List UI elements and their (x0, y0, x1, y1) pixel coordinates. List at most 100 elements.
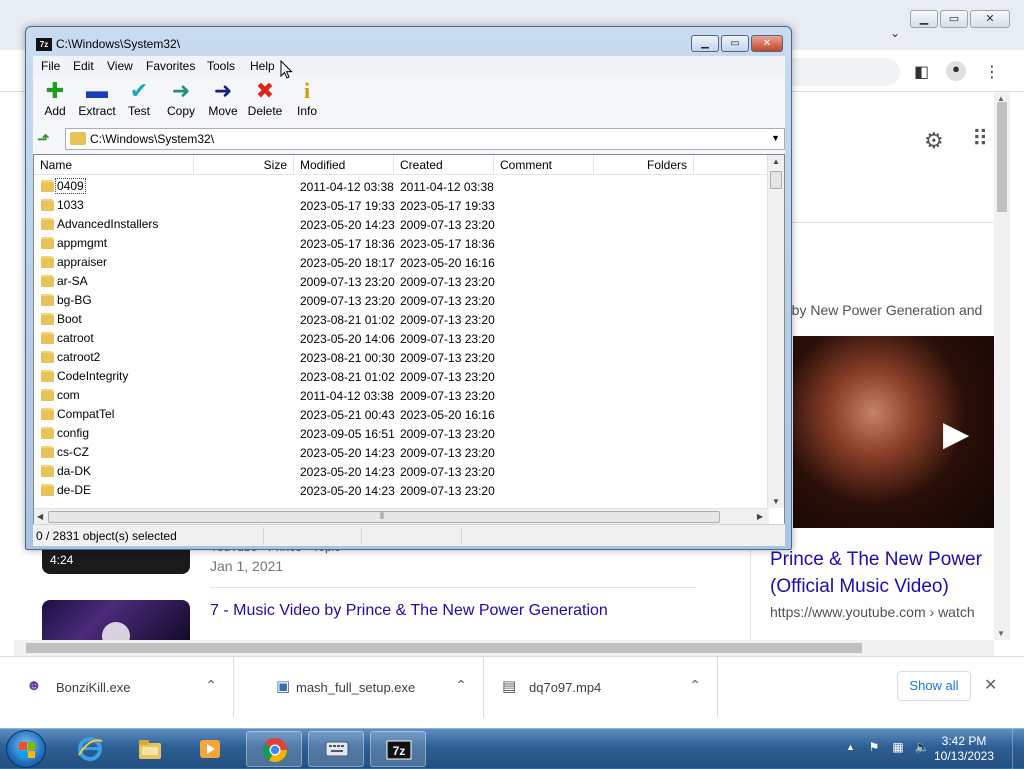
chrome-close-button[interactable]: ✕ (970, 10, 1010, 28)
menu-view[interactable]: View (107, 59, 133, 73)
file-row[interactable]: da-DK 2023-05-20 14:23 2009-07-13 23:20 (34, 462, 769, 481)
taskbar-internet-explorer[interactable] (62, 731, 118, 767)
scroll-right-arrow-icon[interactable]: ▶ (757, 512, 763, 521)
address-bar[interactable] (780, 58, 900, 86)
scrollbar-thumb[interactable] (26, 643, 862, 653)
download-item[interactable]: ☻ BonziKill.exe ⌃ (0, 657, 234, 717)
chrome-maximize-button[interactable]: ▭ (940, 10, 968, 28)
scroll-left-arrow-icon[interactable]: ◀ (37, 512, 43, 521)
add-button[interactable]: ✚ Add (33, 78, 77, 122)
taskbar-on-screen-keyboard[interactable] (308, 731, 364, 767)
folder-icon (41, 484, 54, 496)
file-name: catroot2 (57, 350, 101, 364)
network-icon[interactable]: ▦ (890, 740, 906, 756)
scroll-down-arrow-icon[interactable]: ▼ (997, 629, 1005, 638)
list-vertical-scrollbar[interactable]: ▲ ▼ (767, 155, 784, 508)
file-row[interactable]: com 2011-04-12 03:38 2009-07-13 23:20 (34, 386, 769, 405)
file-row[interactable]: catroot 2023-05-20 14:06 2009-07-13 23:20 (34, 329, 769, 348)
file-row[interactable]: appmgmt 2023-05-17 18:36 2023-05-17 18:36 (34, 234, 769, 253)
volume-icon[interactable]: 🔈 (914, 740, 930, 756)
extract-button[interactable]: ▬ Extract (75, 78, 119, 122)
taskbar-media-player[interactable] (182, 731, 238, 767)
7zip-titlebar[interactable]: 7z C:\Windows\System32\ ▁ ▭ ✕ (26, 27, 791, 57)
file-row[interactable]: 0409 2011-04-12 03:38 2011-04-12 03:38 (34, 177, 769, 196)
move-button[interactable]: ➜ Move (201, 78, 245, 122)
minimize-button[interactable]: ▁ (691, 35, 719, 52)
file-row[interactable]: 1033 2023-05-17 19:33 2023-05-17 19:33 (34, 196, 769, 215)
path-text[interactable]: C:\Windows\System32\ (90, 132, 214, 146)
menu-edit[interactable]: Edit (73, 59, 94, 73)
column-comment[interactable]: Comment (494, 155, 594, 175)
menu-help[interactable]: Help (250, 59, 275, 73)
scroll-down-arrow-icon[interactable]: ▼ (772, 497, 780, 506)
chevron-up-icon[interactable]: ⌃ (205, 677, 217, 694)
google-apps-icon[interactable]: ⠿ (972, 126, 988, 152)
tab-search-chevron-icon[interactable]: ⌄ (890, 26, 900, 40)
close-icon[interactable]: ✕ (984, 675, 997, 695)
taskbar-windows-explorer[interactable] (122, 731, 178, 767)
taskbar-7zip[interactable]: 7z (370, 731, 426, 767)
file-row[interactable]: de-DE 2023-05-20 14:23 2009-07-13 23:20 (34, 481, 769, 500)
file-row[interactable]: CodeIntegrity 2023-08-21 01:02 2009-07-13 … (34, 367, 769, 386)
up-folder-icon[interactable]: ⬏ (37, 130, 50, 148)
dropdown-arrow-icon[interactable]: ▼ (771, 133, 780, 143)
file-row[interactable]: CompatTel 2023-05-21 00:43 2023-05-20 16:1… (34, 405, 769, 424)
copy-button[interactable]: ➜ Copy (159, 78, 203, 122)
side-panel-icon[interactable]: ◧ (914, 62, 929, 82)
file-modified: 2023-05-20 18:17 (300, 256, 395, 270)
knowledge-panel-video-thumbnail[interactable]: ▶ (793, 336, 994, 528)
column-modified[interactable]: Modified (294, 155, 394, 175)
minus-icon: ▬ (86, 78, 108, 103)
clock[interactable]: 3:42 PM 10/13/2023 (932, 734, 996, 764)
file-row[interactable]: Boot 2023-08-21 01:02 2009-07-13 23:20 (34, 310, 769, 329)
maximize-button[interactable]: ▭ (721, 35, 749, 52)
profile-avatar-icon[interactable]: ● (946, 61, 966, 81)
path-combobox[interactable]: C:\Windows\System32\ ▼ (65, 128, 785, 150)
file-row[interactable]: AdvancedInstallers 2023-05-20 14:23 2009-0… (34, 215, 769, 234)
result-title-link[interactable]: 7 - Music Video by Prince & The New Powe… (210, 602, 608, 620)
settings-gear-icon[interactable]: ⚙ (924, 128, 944, 154)
show-all-downloads-button[interactable]: Show all (897, 671, 971, 701)
page-horizontal-scrollbar[interactable] (14, 640, 994, 656)
knowledge-panel-title-line[interactable]: (Official Music Video) (770, 573, 1000, 600)
column-name[interactable]: Name (34, 155, 194, 175)
action-center-flag-icon[interactable]: ⚑ (866, 740, 882, 756)
file-list[interactable]: Name Size Modified Created Comment Folde… (33, 154, 785, 526)
list-horizontal-scrollbar[interactable]: ◀ ⦀ ▶ (34, 508, 769, 525)
taskbar-chrome[interactable] (246, 731, 302, 767)
scrollbar-thumb[interactable] (770, 171, 782, 189)
file-row[interactable]: config 2023-09-05 16:51 2009-07-13 23:20 (34, 424, 769, 443)
column-created[interactable]: Created (394, 155, 494, 175)
file-created: 2023-05-20 16:16 (400, 256, 495, 270)
info-button[interactable]: i Info (285, 78, 329, 122)
show-desktop-button[interactable] (1012, 729, 1024, 769)
menu-tools[interactable]: Tools (207, 59, 235, 73)
download-item[interactable]: ▣ mash_full_setup.exe ⌃ (250, 657, 484, 717)
file-row[interactable]: catroot2 2023-08-21 00:30 2009-07-13 23:20 (34, 348, 769, 367)
test-button[interactable]: ✔ Test (117, 78, 161, 122)
file-row[interactable]: ar-SA 2009-07-13 23:20 2009-07-13 23:20 (34, 272, 769, 291)
chevron-up-icon[interactable]: ⌃ (689, 677, 701, 694)
chevron-up-icon[interactable]: ⌃ (455, 677, 467, 694)
column-size[interactable]: Size (194, 155, 294, 175)
scrollbar-thumb[interactable] (48, 511, 720, 523)
file-row[interactable]: cs-CZ 2023-05-20 14:23 2009-07-13 23:20 (34, 443, 769, 462)
close-button[interactable]: ✕ (751, 35, 783, 52)
show-hidden-icons-arrow-icon[interactable]: ▲ (846, 742, 855, 752)
file-row[interactable]: appraiser 2023-05-20 18:17 2023-05-20 16:1… (34, 253, 769, 272)
scrollbar-thumb[interactable] (997, 102, 1007, 212)
delete-button[interactable]: ✖ Delete (243, 78, 287, 122)
file-row[interactable]: bg-BG 2009-07-13 23:20 2009-07-13 23:20 (34, 291, 769, 310)
column-folders[interactable]: Folders (594, 155, 694, 175)
download-item[interactable]: ▤ dq7o97.mp4 ⌃ (484, 657, 718, 717)
knowledge-panel-title-line[interactable]: Prince & The New Power (770, 546, 1000, 573)
knowledge-panel-title[interactable]: Prince & The New Power (Official Music V… (770, 546, 1000, 600)
menu-favorites[interactable]: Favorites (146, 59, 195, 73)
chrome-menu-icon[interactable]: ⋮ (984, 62, 1000, 82)
start-button[interactable] (6, 730, 46, 768)
scroll-up-arrow-icon[interactable]: ▲ (772, 157, 780, 166)
page-vertical-scrollbar[interactable]: ▲ ▼ (994, 92, 1010, 640)
menu-file[interactable]: File (41, 59, 60, 73)
result-video-thumbnail[interactable] (42, 600, 190, 640)
chrome-minimize-button[interactable]: ▁ (910, 10, 938, 28)
